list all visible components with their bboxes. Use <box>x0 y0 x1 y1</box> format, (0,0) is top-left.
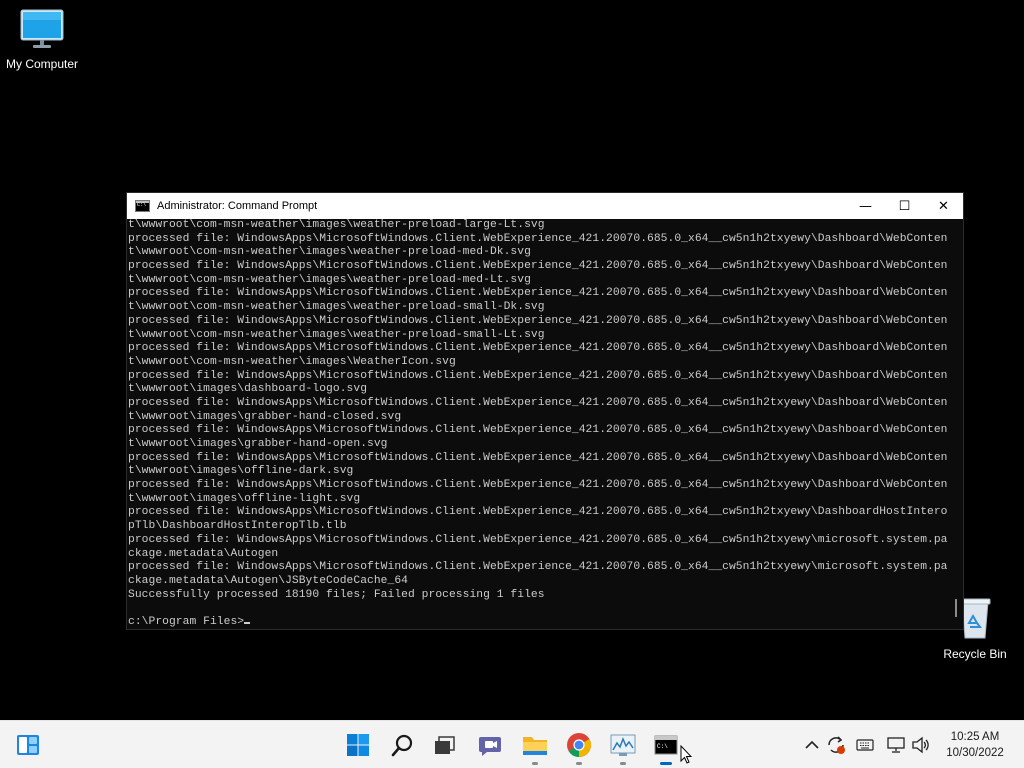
running-indicator <box>620 762 626 765</box>
console-line: t\wwwroot\com-msn-weather\images\weather… <box>128 273 531 286</box>
monitor-icon <box>20 9 64 48</box>
console-line: processed file: WindowsApps\MicrosoftWin… <box>128 451 948 464</box>
sync-alert-icon <box>828 736 845 754</box>
active-indicator <box>660 762 672 765</box>
chevron-up-icon <box>805 740 819 749</box>
command-prompt-window[interactable]: Administrator: Command Prompt — ☐ ✕ t\ww… <box>126 192 964 630</box>
console-output[interactable]: t\wwwroot\com-msn-weather\images\weather… <box>128 219 950 629</box>
performance-monitor-icon <box>610 734 636 756</box>
text-cursor <box>244 621 251 624</box>
network-icon <box>887 737 905 753</box>
command-prompt-icon <box>135 200 150 212</box>
console-line: t\wwwroot\com-msn-weather\images\Weather… <box>128 355 456 368</box>
desktop-icon-label: My Computer <box>5 57 79 71</box>
clock-date: 10/30/2022 <box>946 747 1004 759</box>
console-line: Successfully processed 18190 files; Fail… <box>128 588 545 601</box>
console-prompt: c:\Program Files> <box>128 615 245 628</box>
widgets-icon <box>17 735 39 755</box>
volume-button[interactable] <box>911 735 931 755</box>
window-title: Administrator: Command Prompt <box>157 200 318 212</box>
clock-time: 10:25 AM <box>950 731 1000 743</box>
console-line: t\wwwroot\images\dashboard-logo.svg <box>128 383 368 396</box>
clock[interactable]: 10:25 AM 10/30/2022 <box>940 729 1010 761</box>
chat-button[interactable] <box>474 729 506 761</box>
console-line: t\wwwroot\images\offline-light.svg <box>128 492 361 505</box>
desktop-icon-label: Recycle Bin <box>943 647 1007 661</box>
console-line: processed file: WindowsApps\MicrosoftWin… <box>128 260 948 273</box>
show-hidden-icons-button[interactable] <box>802 735 822 755</box>
network-button[interactable] <box>886 735 906 755</box>
scrollbar-thumb[interactable] <box>955 599 957 617</box>
folder-icon <box>523 737 547 755</box>
console-line: processed file: WindowsApps\MicrosoftWin… <box>128 342 948 355</box>
command-prompt-taskbar-button[interactable]: C:\ <box>650 729 682 765</box>
sync-status-button[interactable] <box>826 735 846 755</box>
console-line: ckage.metadata\Autogen <box>128 547 279 560</box>
minimize-button[interactable]: — <box>846 193 885 219</box>
start-button[interactable] <box>342 729 374 761</box>
console-prompt-line: c:\Program Files> <box>128 616 950 629</box>
console-line: t\wwwroot\images\grabber-hand-closed.svg <box>128 410 402 423</box>
svg-text:C:\: C:\ <box>657 743 668 750</box>
chrome-button[interactable] <box>563 729 595 765</box>
file-explorer-button[interactable] <box>519 729 551 765</box>
console-line: processed file: WindowsApps\MicrosoftWin… <box>128 561 948 574</box>
console-line: t\wwwroot\com-msn-weather\images\weather… <box>128 301 545 314</box>
running-indicator <box>576 762 582 765</box>
console-line: t\wwwroot\com-msn-weather\images\weather… <box>128 246 531 259</box>
keyboard-icon <box>856 739 874 751</box>
console-line: t\wwwroot\com-msn-weather\images\weather… <box>128 219 545 231</box>
title-bar[interactable]: Administrator: Command Prompt — ☐ ✕ <box>127 193 963 219</box>
console-line: processed file: WindowsApps\MicrosoftWin… <box>128 533 948 546</box>
task-view-button[interactable] <box>428 729 460 761</box>
maximize-button[interactable]: ☐ <box>885 193 924 219</box>
search-button[interactable] <box>387 729 419 761</box>
console-line: processed file: WindowsApps\MicrosoftWin… <box>128 314 948 327</box>
mouse-cursor-icon <box>680 745 692 764</box>
windows-start-icon <box>347 734 369 756</box>
console-line: t\wwwroot\images\grabber-hand-open.svg <box>128 438 388 450</box>
resource-monitor-button[interactable] <box>607 729 639 765</box>
taskbar: C:\ 10:25 AM 10/30/2022 <box>0 720 1024 768</box>
console-line: processed file: WindowsApps\MicrosoftWin… <box>128 479 948 492</box>
volume-icon <box>912 736 929 754</box>
task-view-icon <box>435 736 455 754</box>
console-line: t\wwwroot\images\offline-dark.svg <box>128 465 354 478</box>
input-indicator-button[interactable] <box>855 735 875 755</box>
console-line: processed file: WindowsApps\MicrosoftWin… <box>128 506 948 519</box>
console-line: processed file: WindowsApps\MicrosoftWin… <box>128 369 948 382</box>
console-line: processed file: WindowsApps\MicrosoftWin… <box>128 287 948 300</box>
vertical-scrollbar[interactable] <box>949 219 963 629</box>
teams-chat-icon <box>479 737 501 756</box>
terminal-icon: C:\ <box>654 735 678 755</box>
widgets-button[interactable] <box>12 729 44 761</box>
running-indicator <box>532 762 538 765</box>
console-line: processed file: WindowsApps\MicrosoftWin… <box>128 232 948 245</box>
console-line: ckage.metadata\Autogen\JSByteCodeCache_6… <box>128 574 408 587</box>
console-line: t\wwwroot\com-msn-weather\images\weather… <box>128 328 545 341</box>
chrome-icon <box>567 733 592 757</box>
search-icon <box>391 734 413 757</box>
desktop-icon-my-computer[interactable]: My Computer <box>0 8 84 71</box>
console-line: processed file: WindowsApps\MicrosoftWin… <box>128 396 948 409</box>
console-line: processed file: WindowsApps\MicrosoftWin… <box>128 424 948 437</box>
console-line: pTlb\DashboardHostInteropTlb.tlb <box>128 520 347 533</box>
close-button[interactable]: ✕ <box>924 193 963 219</box>
